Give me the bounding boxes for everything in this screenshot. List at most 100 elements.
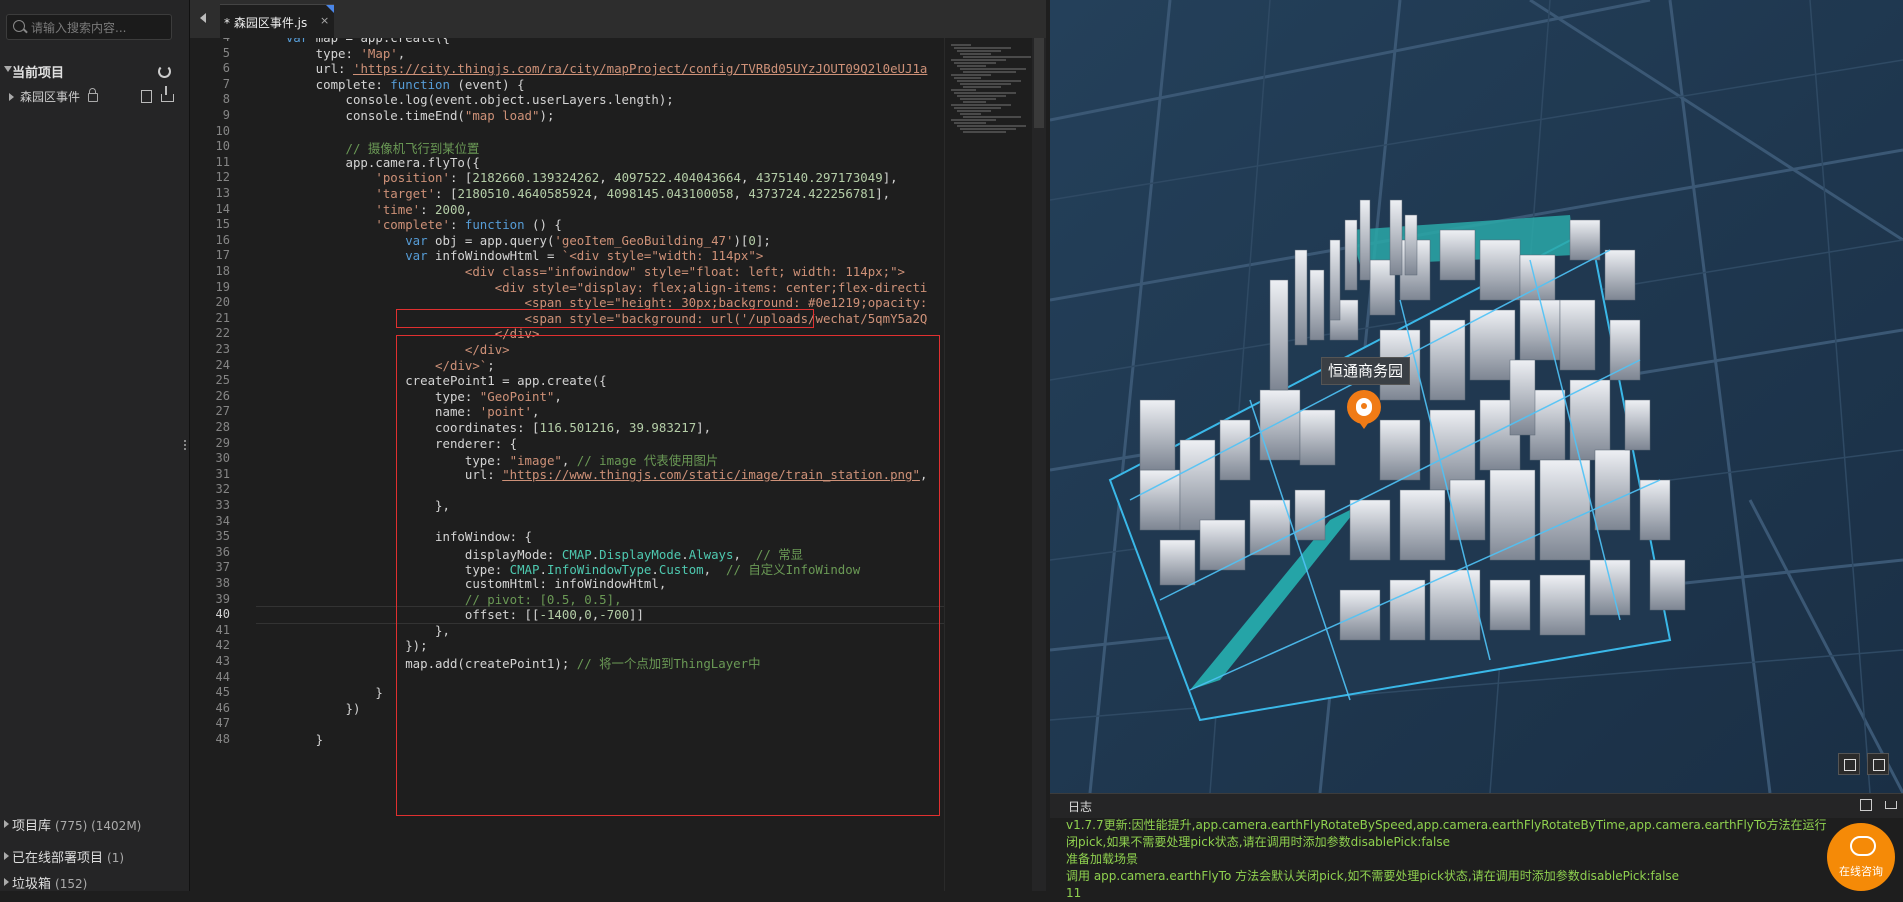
trash-label: 垃圾箱 bbox=[12, 877, 52, 892]
chevron-right-icon bbox=[4, 820, 9, 828]
code-line[interactable]: app.camera.flyTo({ bbox=[256, 155, 480, 170]
trash-count: (152) bbox=[55, 877, 88, 891]
minimap-line bbox=[963, 71, 1016, 73]
code-line[interactable]: <div class="infowindow" style="float: le… bbox=[256, 264, 905, 279]
line-number: 42 bbox=[215, 638, 230, 653]
online-consult-button[interactable]: 在线咨询 bbox=[1827, 823, 1895, 891]
minimap-line bbox=[957, 50, 1001, 52]
search-box[interactable] bbox=[6, 14, 173, 40]
project-sidebar: 当前项目 森园区事件 项目库(775) (1402M) 已在线部署项目(1) 垃… bbox=[0, 0, 190, 893]
sidebar-resize-handle[interactable] bbox=[184, 440, 187, 454]
line-number: 27 bbox=[215, 404, 230, 419]
tab-file[interactable]: * 森园区事件.js × bbox=[220, 4, 334, 39]
line-number: 28 bbox=[215, 420, 230, 434]
code-line[interactable]: var infoWindowHtml = `<div style="width:… bbox=[256, 248, 763, 263]
minimap-line bbox=[951, 44, 971, 46]
minimap-line bbox=[960, 68, 1026, 70]
minimap-line bbox=[957, 125, 1026, 127]
search-input[interactable] bbox=[29, 18, 173, 38]
new-file-icon[interactable] bbox=[141, 90, 152, 103]
line-number: 45 bbox=[215, 685, 230, 700]
line-number: 11 bbox=[215, 154, 230, 169]
line-number: 14 bbox=[215, 201, 230, 216]
sidebar-item-project-library[interactable]: 项目库 (775) (1402M) bbox=[0, 815, 189, 835]
code-line[interactable]: url: 'https://city.thingjs.com/ra/city/m… bbox=[256, 61, 928, 76]
line-number: 41 bbox=[215, 622, 230, 637]
open-external-icon[interactable] bbox=[1838, 753, 1860, 775]
chevron-left-icon[interactable] bbox=[200, 13, 206, 23]
code-line[interactable]: 'target': [2180510.4640585924, 4098145.0… bbox=[256, 186, 890, 201]
log-line: v1.7.7更新:因性能提升,app.camera.earthFlyRotate… bbox=[1066, 818, 1826, 832]
tab-log[interactable]: 日志 bbox=[1068, 798, 1092, 815]
annotation-box-create bbox=[396, 335, 940, 816]
refresh-icon[interactable] bbox=[158, 65, 171, 78]
log-tab-bar: 日志 bbox=[1050, 793, 1903, 818]
vertical-scrollbar[interactable] bbox=[1032, 38, 1046, 891]
export-icon[interactable] bbox=[1885, 801, 1897, 809]
line-number: 37 bbox=[215, 560, 230, 575]
line-number: 22 bbox=[215, 326, 230, 341]
code-line[interactable]: 'time': 2000, bbox=[256, 202, 472, 217]
code-line[interactable]: console.timeEnd("map load"); bbox=[256, 108, 555, 123]
modified-marker bbox=[326, 5, 334, 13]
sidebar-item-trash[interactable]: 垃圾箱 (152) bbox=[0, 873, 189, 893]
line-number: 12 bbox=[215, 170, 230, 185]
minimap-line bbox=[963, 131, 1006, 133]
code-line[interactable]: }) bbox=[256, 701, 361, 716]
sidebar-item-deployed-projects[interactable]: 已在线部署项目 (1) bbox=[0, 847, 189, 867]
chat-icon bbox=[1850, 836, 1876, 856]
minimap-line bbox=[960, 83, 1011, 85]
code-line[interactable]: type: 'Map', bbox=[256, 46, 406, 61]
code-line[interactable]: <span style="height: 30px;background: #0… bbox=[256, 295, 928, 310]
current-project-header[interactable]: 当前项目 bbox=[0, 62, 189, 82]
line-number: 16 bbox=[215, 232, 230, 247]
project-file-item[interactable]: 森园区事件 bbox=[0, 86, 189, 108]
line-number: 15 bbox=[215, 217, 230, 232]
code-line[interactable]: } bbox=[256, 685, 382, 700]
map-poi-label[interactable]: 恒通商务园 bbox=[1321, 357, 1411, 385]
code-area[interactable]: 4567891010111213141516171819202122232425… bbox=[190, 38, 945, 891]
code-line[interactable]: complete: function (event) { bbox=[256, 77, 525, 92]
location-pin-icon[interactable] bbox=[1347, 390, 1381, 429]
line-number: 32 bbox=[215, 482, 230, 497]
minimap-line bbox=[957, 110, 991, 112]
line-number: 23 bbox=[215, 342, 230, 356]
line-number: 40 bbox=[215, 607, 230, 622]
line-number: 7 bbox=[222, 76, 230, 91]
log-line: 准备加载场景 bbox=[1066, 852, 1139, 866]
minimap-line bbox=[951, 59, 1006, 61]
line-number: 6 bbox=[222, 61, 230, 76]
code-line[interactable]: var map = app.create({ bbox=[256, 38, 450, 45]
upload-icon[interactable] bbox=[161, 86, 174, 102]
code-line[interactable]: 'complete': function () { bbox=[256, 217, 562, 232]
line-number: 38 bbox=[215, 576, 230, 590]
tab-close-button[interactable]: × bbox=[320, 14, 329, 27]
code-line[interactable]: var obj = app.query('geoItem_GeoBuilding… bbox=[256, 233, 771, 248]
minimap-line bbox=[954, 77, 981, 79]
line-number: 39 bbox=[215, 591, 230, 606]
online-consult-label: 在线咨询 bbox=[1839, 865, 1883, 878]
code-line[interactable]: 'position': [2182660.139324262, 4097522.… bbox=[256, 170, 897, 185]
minimap-line bbox=[957, 95, 1006, 97]
line-number: 13 bbox=[215, 186, 230, 200]
lock-icon[interactable] bbox=[88, 88, 98, 102]
expand-icon[interactable] bbox=[1860, 799, 1872, 811]
code-line[interactable]: console.log(event.object.userLayers.leng… bbox=[256, 92, 674, 107]
line-number: 9 bbox=[222, 108, 230, 122]
line-number: 30 bbox=[215, 451, 230, 466]
line-number: 8 bbox=[222, 92, 230, 107]
fullscreen-icon[interactable] bbox=[1867, 753, 1889, 775]
code-line[interactable]: <div style="display: flex;align-items: c… bbox=[256, 280, 928, 295]
log-line: 闭pick,如果不需要处理pick状态,请在调用时添加参数disablePick… bbox=[1066, 835, 1450, 849]
minimap-line bbox=[954, 107, 1001, 109]
scrollbar-thumb[interactable] bbox=[1034, 38, 1044, 128]
line-number: 29 bbox=[215, 435, 230, 450]
code-line[interactable]: } bbox=[256, 732, 323, 747]
minimap-line bbox=[960, 98, 996, 100]
minimap-line bbox=[951, 104, 1011, 106]
line-number: 24 bbox=[215, 357, 230, 372]
deployed-projects-count: (1) bbox=[107, 851, 125, 865]
map-view[interactable]: 恒通商务园 bbox=[1050, 0, 1903, 793]
log-lines: v1.7.7更新:因性能提升,app.camera.earthFlyRotate… bbox=[1066, 817, 1826, 902]
minimap-line bbox=[963, 101, 986, 103]
